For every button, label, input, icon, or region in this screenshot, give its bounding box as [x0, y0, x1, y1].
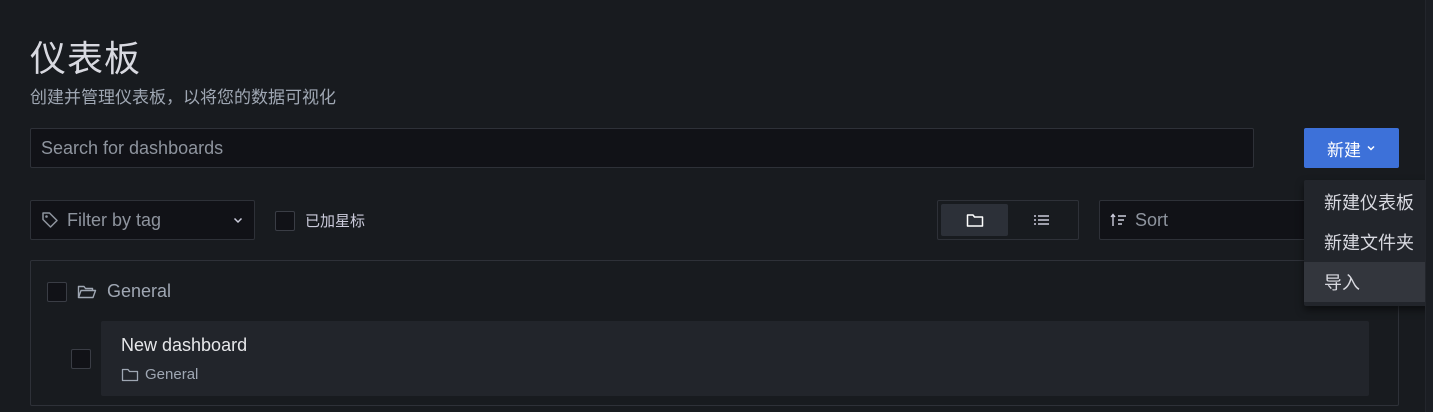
list-icon — [1033, 213, 1051, 227]
list-view-button[interactable] — [1008, 204, 1075, 236]
filter-by-tag-select[interactable]: Filter by tag — [30, 200, 255, 240]
dashboards-page: 仪表板 创建并管理仪表板，以将您的数据可视化 新建 Filter by tag … — [0, 0, 1433, 412]
folder-name: General — [107, 281, 172, 301]
folder-row-general[interactable]: General — [47, 281, 171, 302]
dashboard-row[interactable]: New dashboard General — [101, 321, 1369, 396]
new-button[interactable]: 新建 — [1304, 128, 1399, 168]
starred-checkbox[interactable] — [275, 210, 295, 231]
chevron-down-icon — [1366, 143, 1376, 153]
dashboard-list: General New dashboard General — [30, 260, 1399, 406]
page-subtitle: 创建并管理仪表板，以将您的数据可视化 — [30, 88, 336, 107]
view-mode-toggle — [937, 200, 1079, 240]
menu-item-new-dashboard[interactable]: 新建仪表板 — [1304, 182, 1432, 222]
new-menu: 新建仪表板 新建文件夹 导入 — [1304, 180, 1432, 306]
chevron-down-icon — [232, 214, 244, 226]
filter-by-tag-placeholder: Filter by tag — [67, 209, 162, 230]
folder-icon — [121, 367, 139, 382]
folder-checkbox[interactable] — [47, 281, 67, 302]
new-button-label: 新建 — [1327, 140, 1361, 160]
dashboard-checkbox[interactable] — [71, 349, 91, 369]
sort-ascending-icon — [1110, 212, 1128, 228]
sort-placeholder: Sort — [1135, 209, 1169, 230]
dashboard-title[interactable]: New dashboard — [121, 335, 247, 356]
menu-item-import[interactable]: 导入 — [1304, 262, 1432, 302]
page-title: 仪表板 — [30, 38, 142, 79]
search-input[interactable] — [30, 128, 1254, 168]
folder-open-icon — [77, 284, 97, 300]
sort-select[interactable]: Sort — [1099, 200, 1324, 240]
starred-filter[interactable]: 已加星标 — [275, 210, 365, 231]
dashboard-folder-name: General — [145, 366, 199, 383]
menu-item-new-folder[interactable]: 新建文件夹 — [1304, 222, 1432, 262]
tag-icon — [41, 211, 59, 229]
starred-label: 已加星标 — [305, 213, 366, 230]
folder-icon — [966, 212, 984, 228]
scrollbar[interactable] — [1425, 0, 1433, 412]
folder-view-button[interactable] — [941, 204, 1008, 236]
dashboard-folder: General — [121, 366, 198, 383]
